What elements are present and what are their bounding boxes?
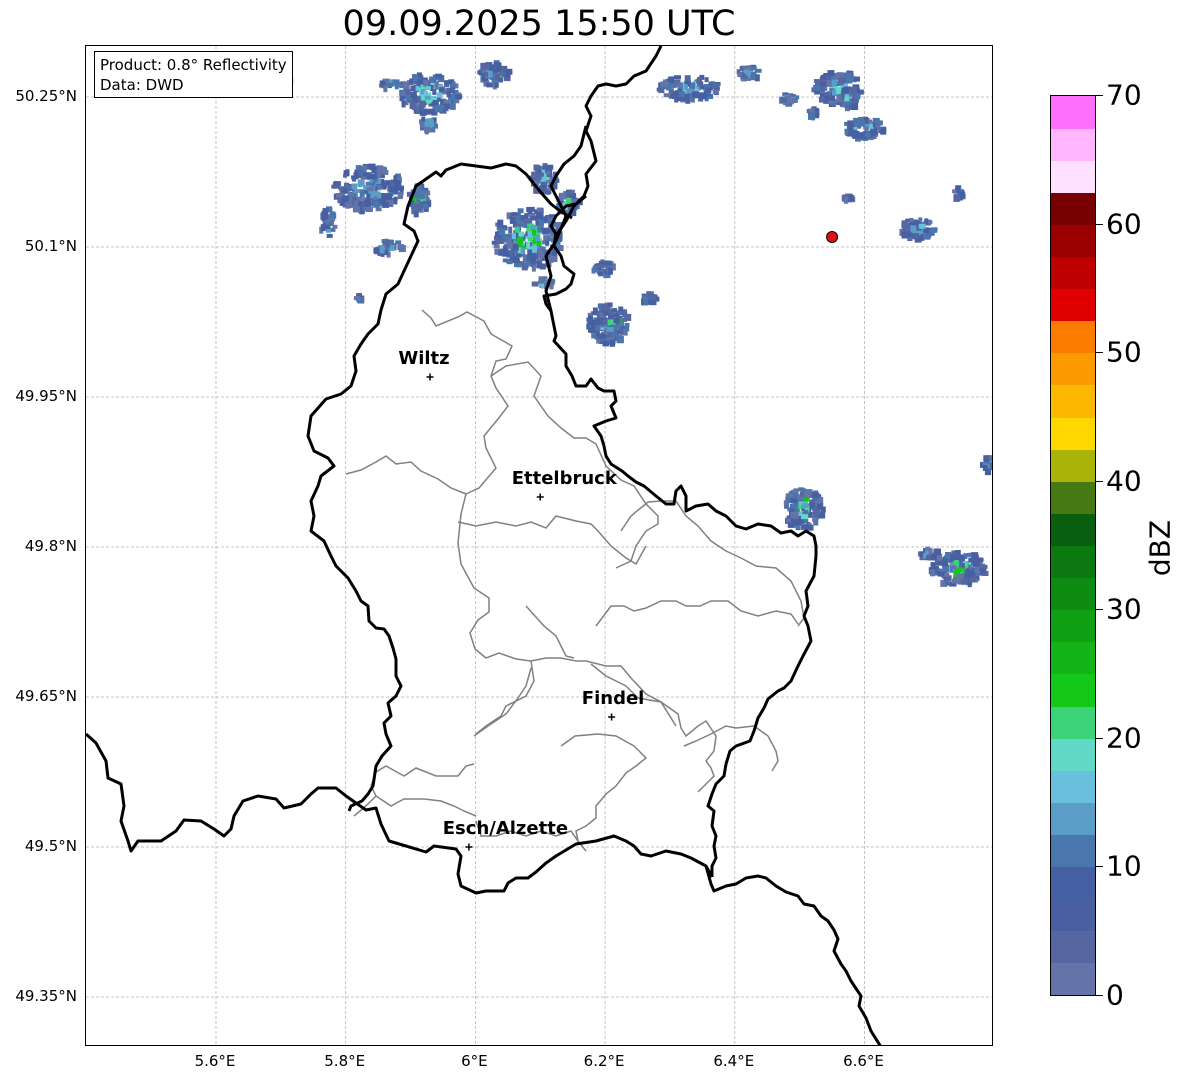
lon-tick-label: 5.8°E <box>324 1052 366 1070</box>
lat-tick-label: 50.25°N <box>15 87 77 105</box>
city-label: Ettelbruck <box>511 468 617 489</box>
lat-tick-label: 49.35°N <box>15 987 77 1005</box>
colorbar-segment <box>1051 930 1095 964</box>
colorbar-tick <box>1096 609 1103 611</box>
colorbar-segment <box>1051 128 1095 161</box>
colorbar-segment <box>1051 673 1095 707</box>
colorbar-segment <box>1051 384 1095 418</box>
colorbar-segment <box>1051 288 1095 322</box>
city-marker <box>426 373 434 381</box>
colorbar-segment <box>1051 898 1095 932</box>
colorbar-segment <box>1051 352 1095 386</box>
lat-tick-label: 49.8°N <box>24 537 77 555</box>
product-info-box: Product: 0.8° Reflectivity Data: DWD <box>94 51 293 98</box>
product-label: Product: 0.8° Reflectivity <box>100 56 287 74</box>
colorbar-segment <box>1051 609 1095 643</box>
colorbar-segment <box>1051 96 1095 129</box>
city-marker <box>536 493 544 501</box>
colorbar-tick-label: 70 <box>1106 78 1142 112</box>
radar-site-marker <box>826 231 839 243</box>
lon-tick-label: 5.6°E <box>194 1052 236 1070</box>
colorbar-segment <box>1051 641 1095 675</box>
radar-map <box>86 46 992 1045</box>
colorbar-segment <box>1051 577 1095 611</box>
city-marker <box>608 713 616 721</box>
colorbar-tick <box>1096 480 1103 482</box>
colorbar-segment <box>1051 834 1095 868</box>
city-marker <box>465 843 473 851</box>
colorbar-tick-label: 0 <box>1106 978 1124 1012</box>
radar-echoes <box>275 60 992 588</box>
colorbar-segment <box>1051 738 1095 771</box>
map-plot-area <box>85 45 993 1046</box>
colorbar-segment <box>1051 417 1095 450</box>
colorbar-tick-label: 40 <box>1106 464 1142 498</box>
colorbar-tick-label: 50 <box>1106 335 1142 369</box>
lon-tick-label: 6.6°E <box>843 1052 884 1070</box>
colorbar-tick-label: 10 <box>1106 849 1142 883</box>
colorbar-tick-label: 30 <box>1106 592 1142 626</box>
lat-tick-label: 49.95°N <box>15 387 77 405</box>
colorbar-segment <box>1051 481 1095 514</box>
map-gridlines <box>86 46 992 1045</box>
colorbar-segment <box>1051 770 1095 803</box>
colorbar-segment <box>1051 160 1095 193</box>
colorbar-segment <box>1051 513 1095 546</box>
lat-tick-label: 49.5°N <box>24 837 77 855</box>
colorbar-segment <box>1051 545 1095 579</box>
lon-tick-label: 6.4°E <box>713 1052 755 1070</box>
colorbar-tick-label: 20 <box>1106 721 1142 755</box>
colorbar-segment <box>1051 962 1095 996</box>
lon-tick-label: 6°E <box>461 1052 488 1070</box>
lat-tick-label: 49.65°N <box>15 687 77 705</box>
national-border <box>86 46 882 1045</box>
colorbar-segment <box>1051 802 1095 835</box>
colorbar-segment <box>1051 449 1095 482</box>
colorbar-tick-label: 60 <box>1106 207 1142 241</box>
colorbar-tick <box>1096 223 1103 225</box>
colorbar-segment <box>1051 866 1095 900</box>
lon-tick-label: 6.2°E <box>583 1052 625 1070</box>
colorbar-tick <box>1096 95 1103 96</box>
city-label: Esch/Alzette <box>442 818 569 839</box>
city-markers <box>426 373 616 851</box>
colorbar-tick <box>1096 737 1103 739</box>
canton-boundaries <box>345 309 805 852</box>
colorbar-tick <box>1096 995 1103 996</box>
colorbar <box>1050 95 1096 996</box>
data-source-label: Data: DWD <box>100 76 184 94</box>
colorbar-tick <box>1096 352 1103 354</box>
colorbar-segment <box>1051 320 1095 354</box>
colorbar-tick <box>1096 866 1103 868</box>
city-label: Findel <box>581 688 645 709</box>
colorbar-title: dBZ <box>1143 519 1177 577</box>
city-label: Wiltz <box>398 348 450 369</box>
map-title: 09.09.2025 15:50 UTC <box>342 4 736 44</box>
colorbar-segment <box>1051 224 1095 258</box>
colorbar-segment <box>1051 706 1095 739</box>
lat-tick-label: 50.1°N <box>24 237 77 255</box>
colorbar-segment <box>1051 192 1095 225</box>
colorbar-segment <box>1051 256 1095 290</box>
